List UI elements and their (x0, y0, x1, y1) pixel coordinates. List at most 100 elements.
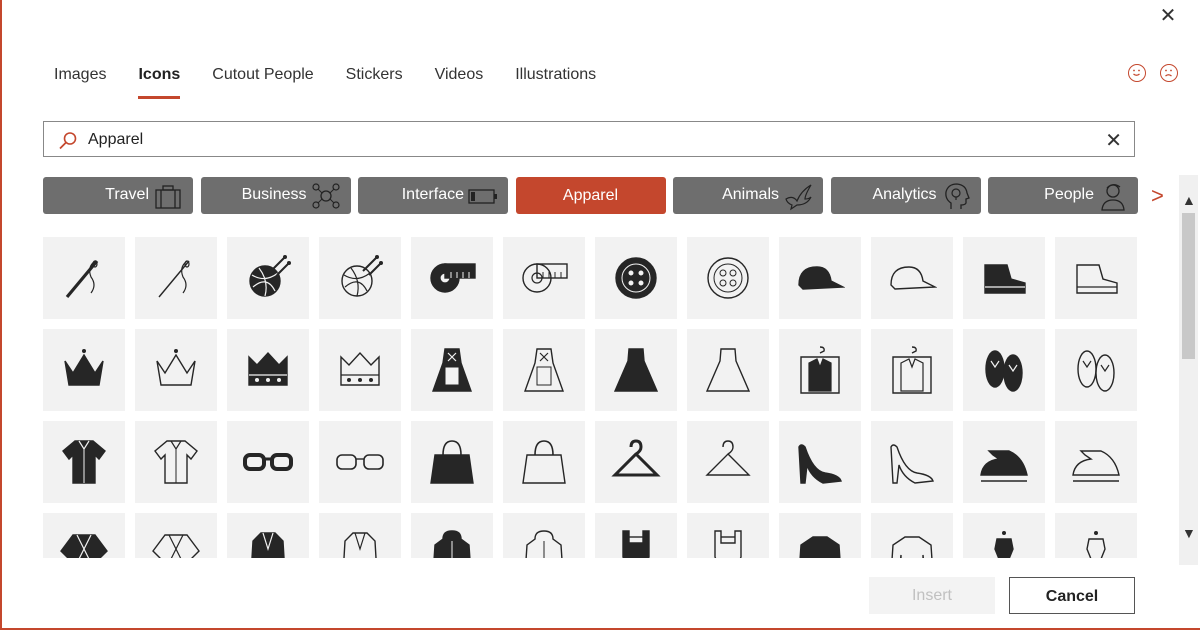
scrollbar-thumb[interactable] (1182, 213, 1195, 359)
chip-travel[interactable]: Travel (43, 177, 193, 214)
yarn-ball-icon (249, 255, 291, 297)
close-icon[interactable]: ✕ (1158, 6, 1178, 26)
icon-tile[interactable] (43, 329, 125, 411)
suitcase-icon (155, 185, 181, 209)
chip-business[interactable]: Business (200, 177, 351, 214)
icon-tile[interactable] (411, 421, 493, 503)
icon-tile[interactable] (1055, 513, 1137, 558)
chip-people[interactable]: People (988, 177, 1138, 214)
icon-tile[interactable] (135, 237, 217, 319)
needle-thread-icon (65, 259, 99, 299)
battery-icon (468, 189, 497, 204)
chevron-down-icon[interactable]: ▼ (1182, 525, 1196, 541)
icon-tile[interactable] (595, 513, 677, 558)
icon-tile[interactable] (871, 329, 953, 411)
flip-flops-outline-icon (1077, 350, 1115, 392)
tab-images[interactable]: Images (54, 60, 106, 100)
icon-tile[interactable] (43, 421, 125, 503)
yarn-ball-outline-icon (341, 255, 383, 297)
icon-tile[interactable] (871, 237, 953, 319)
icon-tile[interactable] (595, 329, 677, 411)
hanger-outline-icon (705, 440, 751, 476)
icon-tile[interactable] (1055, 237, 1137, 319)
tab-stickers[interactable]: Stickers (346, 60, 403, 100)
icon-tile[interactable] (227, 237, 309, 319)
chip-label: Business (241, 186, 307, 203)
search-input[interactable] (86, 128, 1090, 152)
icon-tile[interactable] (963, 513, 1045, 558)
smiley-icon[interactable] (1128, 64, 1146, 82)
chevron-up-icon[interactable]: ▲ (1182, 192, 1196, 208)
icon-tile[interactable] (963, 237, 1045, 319)
feedback-group (1128, 64, 1178, 82)
icon-tile[interactable] (687, 421, 769, 503)
icon-tile[interactable] (135, 513, 217, 558)
icon-tile[interactable] (779, 421, 861, 503)
icon-tile[interactable] (227, 329, 309, 411)
chip-interface[interactable]: Interface (358, 177, 508, 214)
search-box: ✕ (43, 121, 1135, 157)
icon-tile[interactable] (503, 237, 585, 319)
icon-tile[interactable] (687, 513, 769, 558)
icon-tile[interactable] (319, 237, 401, 319)
icon-tile[interactable] (687, 237, 769, 319)
icon-tile[interactable] (411, 513, 493, 558)
chip-label: Travel (105, 186, 149, 203)
handbag-outline-icon (522, 440, 566, 484)
shirt-icon (62, 440, 106, 484)
clear-search-icon[interactable]: ✕ (1105, 128, 1122, 153)
icon-tile[interactable] (871, 513, 953, 558)
frown-icon[interactable] (1160, 64, 1178, 82)
icon-tile[interactable] (779, 329, 861, 411)
icon-tile[interactable] (779, 237, 861, 319)
icon-tile[interactable] (779, 513, 861, 558)
icon-tile[interactable] (503, 513, 585, 558)
icon-tile[interactable] (411, 329, 493, 411)
chevron-right-icon[interactable]: > (1151, 183, 1164, 209)
chip-apparel[interactable]: Apparel (515, 177, 666, 214)
tape-measure-outline-icon (522, 263, 568, 293)
network-icon (311, 183, 340, 209)
mannequin-icon (994, 531, 1014, 558)
cancel-button[interactable]: Cancel (1009, 577, 1135, 614)
icon-tile[interactable] (411, 237, 493, 319)
icon-tile[interactable] (963, 421, 1045, 503)
dirndl-outline-icon (524, 348, 564, 392)
cap-icon (798, 266, 845, 290)
chip-animals[interactable]: Animals (673, 177, 823, 214)
scrollbar[interactable]: ▲ ▼ (1179, 175, 1198, 565)
icon-tile[interactable] (687, 329, 769, 411)
tab-videos[interactable]: Videos (435, 60, 484, 100)
icon-tile[interactable] (1055, 329, 1137, 411)
icon-tile[interactable] (319, 421, 401, 503)
chip-label: Animals (722, 186, 779, 203)
high-heel-icon (798, 444, 842, 484)
icon-tile[interactable] (595, 421, 677, 503)
flip-flops-icon (985, 350, 1023, 392)
icon-tile[interactable] (43, 237, 125, 319)
icon-tile[interactable] (1055, 421, 1137, 503)
icon-tile[interactable] (227, 421, 309, 503)
tab-illustrations[interactable]: Illustrations (515, 60, 596, 100)
icon-tile[interactable] (503, 421, 585, 503)
icon-tile[interactable] (963, 329, 1045, 411)
tab-cutout-people[interactable]: Cutout People (212, 60, 313, 100)
icon-grid (43, 237, 1139, 558)
chip-analytics[interactable]: Analytics (830, 177, 981, 214)
insert-button[interactable]: Insert (869, 577, 995, 614)
handbag-icon (430, 440, 474, 484)
icon-tile[interactable] (503, 329, 585, 411)
dress-outline-icon (705, 348, 751, 392)
button-icon (615, 257, 657, 299)
hanger-icon (611, 439, 661, 477)
icon-tile[interactable] (43, 513, 125, 558)
icon-tile[interactable] (135, 329, 217, 411)
icon-tile[interactable] (135, 421, 217, 503)
icon-tile[interactable] (319, 513, 401, 558)
tab-icons[interactable]: Icons (138, 60, 180, 100)
icon-tile[interactable] (319, 329, 401, 411)
icon-tile[interactable] (595, 237, 677, 319)
tab-bar: Images Icons Cutout People Stickers Vide… (54, 60, 628, 100)
icon-tile[interactable] (871, 421, 953, 503)
icon-tile[interactable] (227, 513, 309, 558)
